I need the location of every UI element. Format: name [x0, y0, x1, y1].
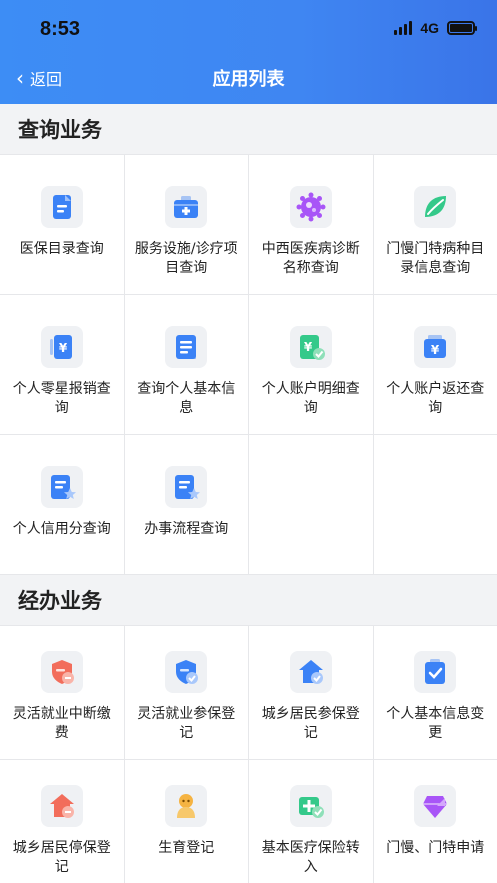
app-item-label: 门慢门特病种目录信息查询 — [386, 241, 485, 276]
app-item-label: 服务设施/诊疗项目查询 — [134, 241, 238, 276]
app-item-label: 个人零星报销查询 — [12, 381, 111, 416]
app-item-label: 医保目录查询 — [19, 241, 104, 257]
account-yen-check-icon: ¥ — [289, 326, 332, 368]
medical-kit-icon — [165, 186, 208, 228]
empty-cell — [373, 435, 497, 574]
app-item[interactable]: ¥ 个人账户明细查询 — [249, 295, 373, 434]
svg-text:¥: ¥ — [59, 341, 68, 355]
app-item[interactable]: 门慢、门特申请 — [373, 760, 497, 883]
svg-text:¥: ¥ — [431, 343, 440, 357]
document-icon — [40, 186, 83, 228]
app-item[interactable]: 个人基本信息变更 — [373, 626, 497, 759]
app-item[interactable]: 城乡居民参保登记 — [249, 626, 373, 759]
document-star-icon — [40, 466, 83, 508]
app-item[interactable]: 门慢门特病种目录信息查询 — [373, 155, 497, 294]
virus-icon — [289, 186, 332, 228]
page-title: 应用列表 — [212, 69, 285, 90]
status-bar: 8:53 4G — [0, 0, 497, 56]
house-minus-icon — [40, 785, 83, 827]
svg-text:¥: ¥ — [304, 340, 313, 354]
app-item[interactable]: 个人信用分查询 — [0, 435, 124, 574]
app-item-label: 查询个人基本信息 — [137, 381, 236, 416]
app-item[interactable]: 城乡居民停保登记 — [0, 760, 124, 883]
clipboard-check-icon — [414, 651, 457, 693]
medical-transfer-icon — [289, 785, 332, 827]
app-item-label: 个人基本信息变更 — [386, 706, 485, 741]
app-item[interactable]: ¥ 个人账户返还查询 — [373, 295, 497, 434]
app-item-label: 灵活就业中断缴费 — [12, 706, 111, 741]
app-item-label: 办事流程查询 — [144, 521, 229, 537]
app-item-label: 城乡居民停保登记 — [12, 840, 111, 875]
gem-icon — [414, 785, 457, 827]
battery-icon — [447, 21, 477, 35]
app-item-label: 城乡居民参保登记 — [261, 706, 360, 741]
wallet-yen-icon: ¥ — [414, 326, 457, 368]
signal-icon — [394, 21, 413, 35]
app-item-label: 中西医疾病诊断名称查询 — [261, 241, 360, 276]
app-item-label: 灵活就业参保登记 — [137, 706, 236, 741]
baby-icon — [165, 785, 208, 827]
app-grid-service: 灵活就业中断缴费 灵活就业参保登记 城乡居民参保登记 个人基本信息变更城乡居民停保登记… — [0, 625, 497, 883]
app-item[interactable]: 服务设施/诊疗项目查询 — [124, 155, 248, 294]
shield-minus-icon — [40, 651, 83, 693]
app-item-label: 门慢、门特申请 — [386, 840, 485, 856]
shield-check-icon — [165, 651, 208, 693]
network-type: 4G — [420, 20, 439, 36]
app-item-label: 个人账户明细查询 — [261, 381, 360, 416]
app-item[interactable]: 生育登记 — [124, 760, 248, 883]
status-time: 8:53 — [40, 18, 81, 40]
app-item-label: 个人信用分查询 — [12, 521, 111, 537]
house-check-icon — [289, 651, 332, 693]
app-item-label: 基本医疗保险转入 — [261, 840, 360, 875]
empty-cell — [249, 435, 373, 574]
section-title: 经办业务 — [0, 575, 497, 625]
app-grid-query: 医保目录查询 服务设施/诊疗项目查询 中西医疾病诊断名称查询 门慢门特病种目录信息查询… — [0, 154, 497, 575]
app-item[interactable]: 基本医疗保险转入 — [249, 760, 373, 883]
app-header: 8:53 4G ‹ 返回 应用列表 — [0, 0, 497, 104]
section-title: 查询业务 — [0, 104, 497, 154]
receipt-yen-icon: ¥ — [40, 326, 83, 368]
app-item[interactable]: ¥ 个人零星报销查询 — [0, 295, 124, 434]
app-item[interactable]: 医保目录查询 — [0, 155, 124, 294]
form-icon — [165, 326, 208, 368]
section-service: 经办业务 灵活就业中断缴费 灵活就业参保登记 城乡居民参保登记 个人基本信息变更城乡居… — [0, 575, 497, 883]
leaf-icon — [414, 186, 457, 228]
app-item[interactable]: 办事流程查询 — [124, 435, 248, 574]
app-item[interactable]: 查询个人基本信息 — [124, 295, 248, 434]
app-item-label: 生育登记 — [158, 840, 215, 856]
app-item[interactable]: 灵活就业参保登记 — [124, 626, 248, 759]
document-star-icon — [165, 466, 208, 508]
section-query: 查询业务 医保目录查询 服务设施/诊疗项目查询 中西医疾病诊断名称查询 门慢门特病种目… — [0, 104, 497, 575]
nav-bar: ‹ 返回 应用列表 — [0, 56, 497, 104]
status-indicators: 4G — [394, 20, 477, 36]
app-item[interactable]: 中西医疾病诊断名称查询 — [249, 155, 373, 294]
app-item[interactable]: 灵活就业中断缴费 — [0, 626, 124, 759]
app-item-label: 个人账户返还查询 — [386, 381, 485, 416]
